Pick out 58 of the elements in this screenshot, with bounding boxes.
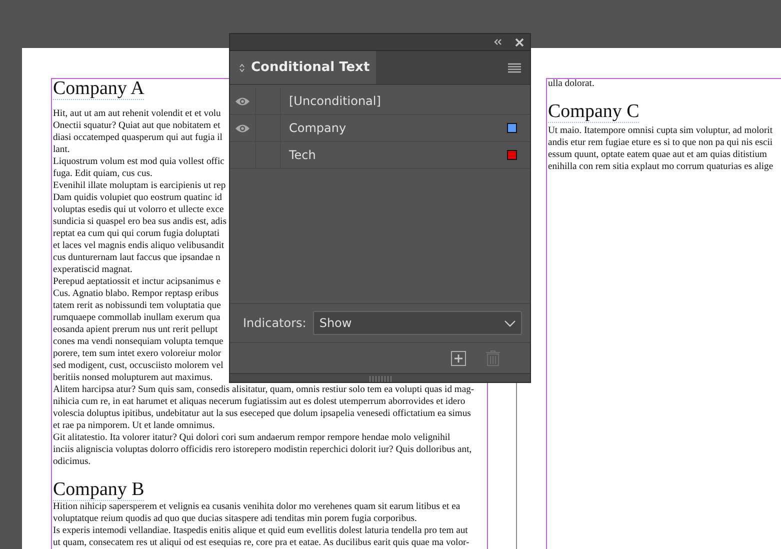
body-text-line: sed modigent, cust, occusciisto molorem vel bbox=[53, 360, 224, 372]
body-text-line: enihilla con rem sitia explaut mo corrum quaturias es alige bbox=[548, 161, 774, 173]
body-text-line: experatiscid magnat. bbox=[53, 264, 132, 276]
body-text-line: Evenihil illate moluptam is earcipienis ut rep bbox=[53, 180, 226, 192]
body-text-line: Onectii squatur? Quiat aut que nobitatem et bbox=[53, 120, 220, 132]
body-text-line: andis etur rem fugiae eture es si to que non pa qui nis escii bbox=[548, 137, 773, 149]
eye-icon bbox=[235, 124, 250, 132]
body-text-line: Liquostrum volum est mod quia vollest offic bbox=[53, 156, 224, 168]
body-text-line: cus dunturernam laut faccus que ipsandae n bbox=[53, 252, 220, 264]
body-text-line: eosanda apient prerum nus unt rerit pellupt bbox=[53, 324, 218, 336]
body-text-line: odicimus. bbox=[53, 456, 91, 468]
body-text-line: tatem rerit as nobissundi tem voluptatia que bbox=[53, 300, 221, 312]
body-text-line: Cus. Agnatio blabo. Rempor reptasp eribus bbox=[53, 288, 218, 300]
body-text-line: Alitem harcipsa atur? Sum quis sam, consedis alisitatur, quam, omnis restiur solo tem ea volupti quas id mag- bbox=[53, 384, 474, 396]
body-text-line: fuga. Edit quiam, cus cus. bbox=[53, 168, 152, 180]
body-text-line: cones ma vendi nonsequiam volupta temque bbox=[53, 336, 224, 348]
body-text-line: volescia doluptus ipitibus, undebitatur aut la sus eseceped que dolum ipsapelia venesedi offictatium ea simus bbox=[53, 408, 471, 420]
body-text-line: Perepud aeptatiossit et inctur acipsanimus e bbox=[53, 276, 221, 288]
body-text-line: Ut maio. Itatempore omnisi cupta sim voluptur, ad molorit bbox=[548, 125, 772, 137]
close-icon[interactable] bbox=[515, 38, 524, 46]
body-text-line: Git alitatestio. Ita volorer itatur? Qui dolori cori sum andaerum rempor rempore hendae molo velignihil bbox=[53, 432, 450, 444]
condition-row[interactable]: Tech bbox=[230, 142, 530, 169]
body-text-line: diasi occatemped quasperum qui aut fugia il bbox=[53, 132, 222, 144]
body-text-line: ut quam, consecatem res ut aliqui od est esequias re, core pra et eatae. As ducilibus earit quis quae ma volor- bbox=[53, 537, 470, 549]
body-text-line: Dam quidis volupiet quo eostrum quatinc id bbox=[53, 192, 222, 204]
indicators-label: Indicators: bbox=[243, 316, 306, 330]
body-text-line: Is experis intemodi vellandiae. Itaspedis enitis alique et quid eum evellitis dolest laturia tendella pro tem aut bbox=[53, 525, 468, 537]
body-text-line: sundicia si quaspel ero bea sus andis est, adis bbox=[53, 216, 226, 228]
body-text-line: inciis aligniscia voluptas dolorro officidis rero istorepero modistin reperchici dolorit iur? Quis dolloribus ant, bbox=[53, 444, 472, 456]
body-text-line: lant. bbox=[53, 144, 70, 156]
body-text-line: porere, tem sum intet exero voloreiur molor bbox=[53, 348, 222, 360]
body-text-line: et rae pa nimporem. Ut et lande omnimus. bbox=[53, 420, 215, 432]
body-text-line: Hit, aut ut am aut rehenit volendit et et volu bbox=[53, 108, 221, 120]
condition-row[interactable]: Company bbox=[230, 115, 530, 142]
eye-icon bbox=[235, 96, 250, 106]
collapse-icon[interactable] bbox=[494, 39, 502, 45]
body-text-line: essum quunt, optate eatem quae aut et am quias ditistium bbox=[548, 149, 768, 161]
body-text-line: beritiis nonsed molupturem aut maximus. bbox=[53, 372, 213, 384]
body-text-line: ulla dolorat. bbox=[548, 79, 594, 88]
chevron-icon bbox=[504, 320, 516, 326]
body-text-line: voluptas esedis qui ut volorro et ullecte exce bbox=[53, 204, 224, 216]
body-text-line: Hition nihicip sapersperem et velignis ea cusanis venihita dolor mo verehenes quam sit earum litibus et ea bbox=[53, 501, 460, 513]
section-heading: Company B bbox=[53, 480, 144, 501]
indicators-dropdown[interactable]: Show bbox=[313, 311, 522, 335]
section-heading: Company A bbox=[53, 79, 144, 100]
panel-tab[interactable]: Conditional Text bbox=[230, 51, 376, 84]
panel-title: Conditional Text bbox=[251, 60, 370, 75]
section-heading: Company C bbox=[548, 102, 640, 123]
body-text-line: rumquaepe commollab inullam exerum qua bbox=[53, 312, 220, 324]
updown-icon bbox=[239, 62, 245, 72]
new-condition-icon[interactable] bbox=[451, 350, 466, 366]
menu-icon[interactable] bbox=[508, 62, 521, 72]
body-text-line: reptat ea cum qui qui corum fugia doluptati bbox=[53, 228, 220, 240]
body-text-line: nihicia cum re, in eat harumet et aliquas necerum fugiatissim aut es dolest utemperrum aborrovides et idero bbox=[53, 396, 466, 408]
condition-row[interactable]: [Unconditional] bbox=[230, 88, 530, 115]
body-text-line: voluptatque reium quodis ad quo que ducias sitaspere adi tenditas min porem fugia corporibus. bbox=[53, 513, 417, 525]
body-text-line: et laces vel magnis endis aliquo velibusandit bbox=[53, 240, 224, 252]
resize-grip-icon[interactable] bbox=[368, 376, 392, 382]
